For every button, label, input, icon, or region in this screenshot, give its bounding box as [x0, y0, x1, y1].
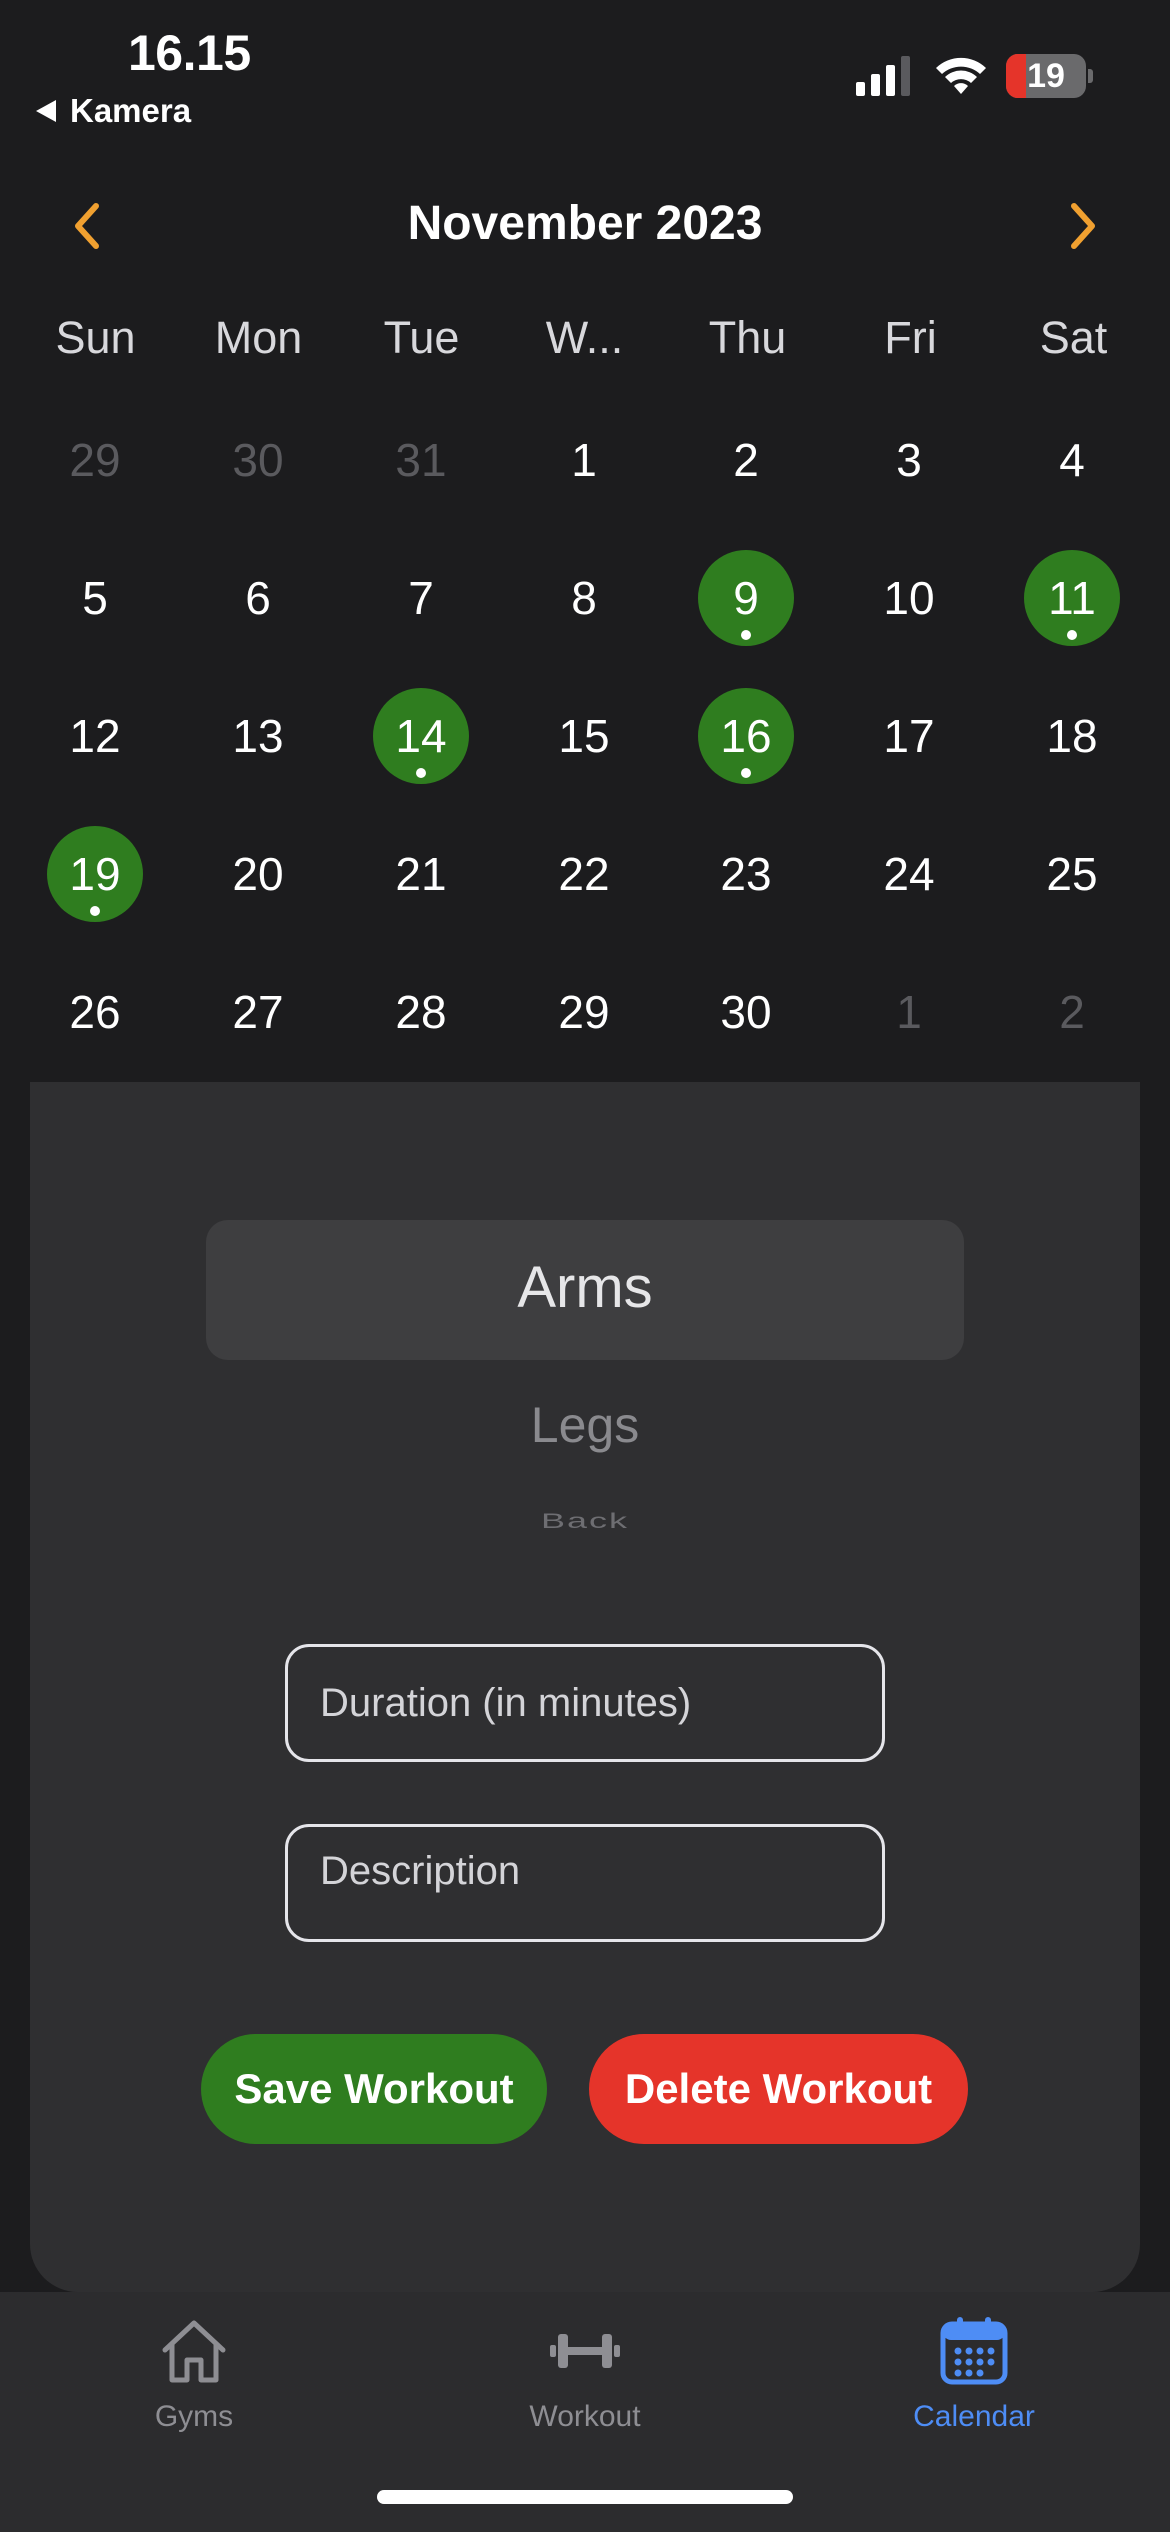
weekday-fri: Fri: [884, 312, 937, 363]
day-cell[interactable]: 5: [47, 550, 143, 646]
screen: 16.15 Kamera 19 November 2023 Sun Mon Tu…: [0, 0, 1170, 2532]
back-app-label: Kamera: [70, 92, 192, 129]
tab-calendar[interactable]: Calendar: [824, 2300, 1124, 2434]
day-cell[interactable]: 1: [536, 412, 632, 508]
back-to-app-button[interactable]: Kamera: [36, 92, 191, 130]
day-cell[interactable]: 6: [210, 550, 306, 646]
weekday-sat: Sat: [1039, 312, 1108, 363]
calendar-icon: [940, 2317, 1008, 2385]
weekday-thu: Thu: [708, 312, 787, 363]
picker-option[interactable]: Legs: [206, 1396, 964, 1454]
weekday-wed: W...: [545, 312, 624, 363]
house-icon: [162, 2320, 226, 2383]
day-cell[interactable]: 22: [536, 826, 632, 922]
weekday-sun: Sun: [55, 312, 136, 363]
day-cell-workout[interactable]: 19: [47, 826, 143, 922]
day-cell[interactable]: 13: [210, 688, 306, 784]
day-cell[interactable]: 26: [47, 964, 143, 1060]
weekday-mon: Mon: [214, 312, 303, 363]
day-cell[interactable]: 12: [47, 688, 143, 784]
day-cell[interactable]: 7: [373, 550, 469, 646]
day-cell[interactable]: 29: [47, 412, 143, 508]
day-cell-workout[interactable]: 16: [698, 688, 794, 784]
picker-option-selected[interactable]: Arms: [206, 1254, 964, 1321]
day-cell-workout[interactable]: 9: [698, 550, 794, 646]
workout-type-picker[interactable]: Arms Legs Back: [206, 1220, 964, 1560]
day-cell[interactable]: 21: [373, 826, 469, 922]
workout-dot-icon: [741, 630, 751, 640]
workout-dot-icon: [416, 768, 426, 778]
weekday-tue: Tue: [383, 312, 460, 363]
tab-workout-label: Workout: [529, 2400, 641, 2433]
day-cell[interactable]: 2: [1024, 964, 1120, 1060]
battery-level: 19: [1027, 57, 1065, 95]
day-cell[interactable]: 25: [1024, 826, 1120, 922]
day-cell[interactable]: 1: [861, 964, 957, 1060]
cellular-signal-icon: [856, 56, 910, 96]
day-cell[interactable]: 27: [210, 964, 306, 1060]
wifi-icon: [936, 57, 986, 94]
workout-dot-icon: [741, 768, 751, 778]
back-arrow-icon: [36, 100, 56, 122]
workout-dot-icon: [1067, 630, 1077, 640]
day-cell[interactable]: 4: [1024, 412, 1120, 508]
status-time: 16.15: [128, 25, 251, 81]
day-cell[interactable]: 28: [373, 964, 469, 1060]
battery-icon: 19: [1006, 54, 1093, 98]
day-cell[interactable]: 20: [210, 826, 306, 922]
picker-option[interactable]: Back: [206, 1508, 964, 1533]
day-cell[interactable]: 30: [698, 964, 794, 1060]
tab-gyms-label: Gyms: [154, 2400, 234, 2433]
day-cell[interactable]: 24: [861, 826, 957, 922]
dumbbell-icon: [550, 2334, 620, 2368]
day-cell[interactable]: 30: [210, 412, 306, 508]
duration-input[interactable]: Duration (in minutes): [285, 1644, 885, 1762]
day-cell[interactable]: 10: [861, 550, 957, 646]
day-cell[interactable]: 18: [1024, 688, 1120, 784]
day-cell[interactable]: 29: [536, 964, 632, 1060]
tab-gyms[interactable]: Gyms: [44, 2300, 344, 2434]
description-input[interactable]: Description: [285, 1824, 885, 1942]
home-indicator[interactable]: [377, 2490, 793, 2504]
day-cell-workout[interactable]: 11: [1024, 550, 1120, 646]
day-cell[interactable]: 3: [861, 412, 957, 508]
next-month-chevron-icon[interactable]: [1052, 196, 1112, 256]
tab-workout[interactable]: Workout: [435, 2300, 735, 2434]
save-workout-button[interactable]: Save Workout: [201, 2034, 547, 2144]
day-cell[interactable]: 31: [373, 412, 469, 508]
day-cell[interactable]: 23: [698, 826, 794, 922]
tab-calendar-label: Calendar: [913, 2400, 1035, 2433]
workout-dot-icon: [90, 906, 100, 916]
day-cell[interactable]: 17: [861, 688, 957, 784]
day-cell[interactable]: 15: [536, 688, 632, 784]
month-title: November 2023: [407, 197, 763, 250]
day-cell[interactable]: 8: [536, 550, 632, 646]
day-cell-workout[interactable]: 14: [373, 688, 469, 784]
delete-workout-button[interactable]: Delete Workout: [589, 2034, 968, 2144]
day-cell[interactable]: 2: [698, 412, 794, 508]
